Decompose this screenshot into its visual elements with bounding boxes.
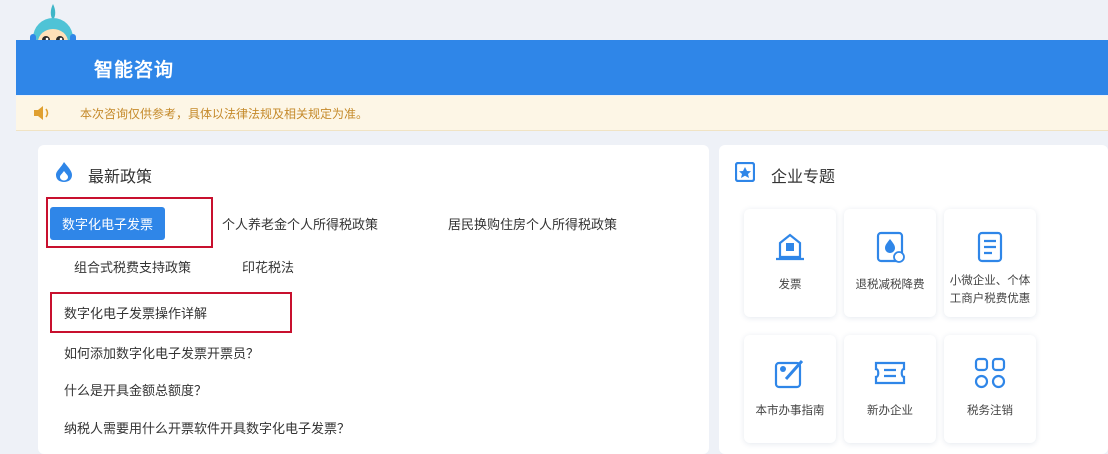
tax-refund-icon <box>876 231 905 263</box>
enterprise-topics-panel: 企业专题 发票 退税减税降费 小微企业、个体工商户税费优惠 本市办事指南 新办企… <box>719 145 1108 454</box>
tab-housing-tax[interactable]: 居民换购住房个人所得税政策 <box>448 214 617 233</box>
tile-label: 退税减税降费 <box>855 277 925 291</box>
topic-tile-tax-refund[interactable]: 退税减税降费 <box>844 209 936 317</box>
tile-label: 小微企业、个体工商户税费优惠 <box>949 273 1031 305</box>
document-icon <box>977 231 1003 263</box>
question-link[interactable]: 什么是开具金额总额度？ <box>64 380 207 399</box>
notice-text: 本次咨询仅供参考，具体以法律法规及相关规定为准。 <box>80 107 369 121</box>
header-title: 智能咨询 <box>94 59 175 81</box>
topic-tile-deregistration[interactable]: 税务注销 <box>944 335 1036 443</box>
tab-stamp-tax[interactable]: 印花税法 <box>242 257 294 276</box>
panel-title: 企业专题 <box>771 167 836 186</box>
tab-pension-tax[interactable]: 个人养老金个人所得税政策 <box>222 214 378 233</box>
tile-label: 税务注销 <box>967 403 1013 417</box>
tab-digital-invoice[interactable]: 数字化电子发票 <box>50 207 166 240</box>
bookmark-icon <box>735 162 755 182</box>
tile-label: 发票 <box>778 277 802 291</box>
notice-bar: 本次咨询仅供参考，具体以法律法规及相关规定为准。 <box>16 96 1108 131</box>
question-link[interactable]: 数字化电子发票操作详解 <box>64 303 207 322</box>
guide-icon <box>774 360 804 389</box>
topic-tile-small-business[interactable]: 小微企业、个体工商户税费优惠 <box>944 209 1036 317</box>
question-link[interactable]: 如何添加数字化电子发票开票员？ <box>64 343 259 362</box>
topic-tile-new-business[interactable]: 新办企业 <box>844 335 936 443</box>
grid-icon <box>974 357 1006 389</box>
tab-combined-support[interactable]: 组合式税费支持政策 <box>74 257 191 276</box>
topic-tile-guide[interactable]: 本市办事指南 <box>744 335 836 443</box>
speaker-icon <box>34 106 49 120</box>
tile-label: 本市办事指南 <box>755 403 825 417</box>
question-link[interactable]: 纳税人需要用什么开票软件开具数字化电子发票？ <box>64 418 350 437</box>
latest-policy-panel: 最新政策 数字化电子发票 个人养老金个人所得税政策 居民换购住房个人所得税政策 … <box>38 145 709 454</box>
topic-tile-invoice[interactable]: 发票 <box>744 209 836 317</box>
header-bar: 智能咨询 <box>16 40 1108 95</box>
invoice-icon <box>776 233 804 261</box>
flame-icon <box>56 162 72 182</box>
tile-label: 新办企业 <box>867 403 913 417</box>
ticket-icon <box>874 361 906 385</box>
panel-title: 最新政策 <box>88 167 153 186</box>
